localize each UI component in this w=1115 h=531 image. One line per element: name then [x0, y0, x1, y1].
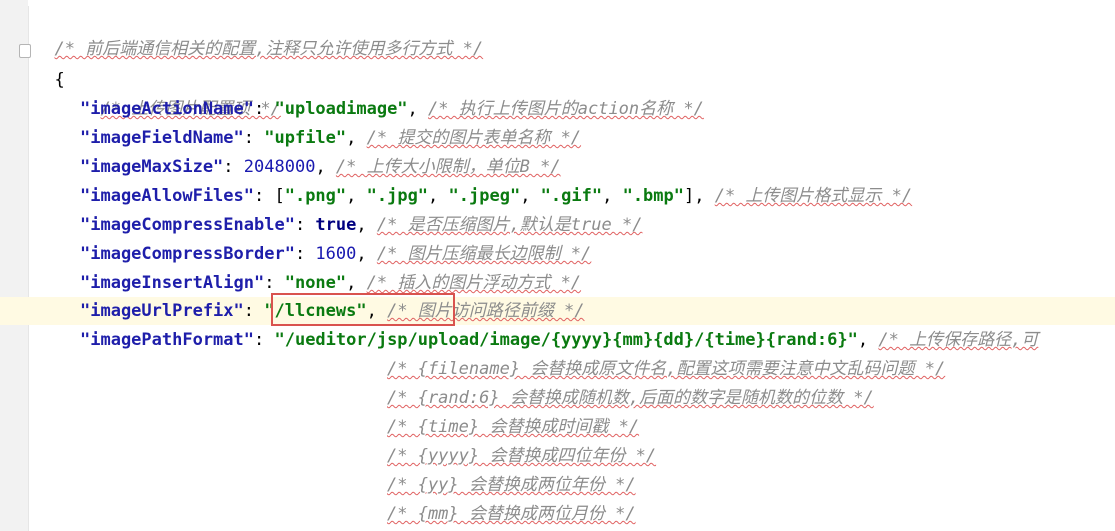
fold-marker-icon[interactable] [19, 44, 31, 58]
config-comment: /* 图片压缩最长边限制 */ [376, 244, 592, 264]
path-note-line: /* {yy} 会替换成两位年份 */ [387, 471, 636, 500]
config-key: "imageUrlPrefix" [80, 301, 244, 321]
config-key: "imageMaxSize" [80, 157, 224, 177]
config-comment: /* 提交的图片表单名称 */ [366, 128, 582, 148]
config-line-image-compress-enable: "imageCompressEnable": true, /* 是否压缩图片,默… [80, 215, 643, 235]
config-value-item: ".png" [284, 186, 347, 206]
config-comment: /* 上传保存路径,可 [878, 330, 1039, 350]
config-value: "/ueditor/jsp/upload/image/{yyyy}{mm}{dd… [274, 330, 858, 350]
config-value-item: ".jpg" [366, 186, 429, 206]
config-key: "imagePathFormat" [80, 330, 254, 350]
config-comment: /* 是否压缩图片,默认是true */ [376, 215, 643, 235]
code-line: /* 上传图片配置项 */ [80, 66, 280, 119]
config-comment: /* 上传大小限制，单位B */ [335, 157, 561, 177]
path-note: /* {yyyy} 会替换成四位年份 */ [387, 446, 657, 466]
config-value-item: ".bmp" [622, 186, 684, 206]
config-key: "imageAllowFiles" [80, 186, 254, 206]
config-key: "imageCompressEnable" [80, 215, 295, 235]
config-value: 1600 [315, 244, 357, 264]
config-value-item: ".jpeg" [448, 186, 521, 206]
code-line: /* 前后端通信相关的配置,注释只允许使用多行方式 */ [34, 6, 483, 59]
path-note: /* {rand:6} 会替换成随机数,后面的数字是随机数的位数 */ [387, 388, 874, 408]
config-value: true [315, 215, 357, 235]
config-key: "imageFieldName" [80, 128, 244, 148]
path-note-line: /* {yyyy} 会替换成四位年份 */ [387, 442, 656, 471]
path-note-line: /* {mm} 会替换成两位月份 */ [387, 500, 636, 529]
config-key: "imageCompressBorder" [80, 244, 295, 264]
config-key: "imageInsertAlign" [80, 273, 265, 293]
config-line-image-field-name: "imageFieldName": "upfile", /* 提交的图片表单名称… [80, 128, 582, 148]
path-note: /* {time} 会替换成时间戳 */ [387, 417, 640, 437]
config-key: "imageActionName" [80, 99, 254, 119]
path-note-line: /* {time} 会替换成时间戳 */ [387, 413, 639, 442]
open-brace: { [54, 70, 65, 90]
config-line-image-compress-border: "imageCompressBorder": 1600, /* 图片压缩最长边限… [80, 244, 592, 264]
config-value: "none" [284, 273, 347, 293]
config-value: "upfile" [264, 128, 347, 148]
config-value: "uploadimage" [274, 99, 408, 119]
config-line-image-action-name: "imageActionName": "uploadimage", /* 执行上… [80, 99, 704, 119]
path-note: /* {yy} 会替换成两位年份 */ [387, 475, 636, 495]
header-comment: /* 前后端通信相关的配置,注释只允许使用多行方式 */ [54, 39, 484, 59]
config-line-image-allow-files: "imageAllowFiles": [".png", ".jpg", ".jp… [80, 186, 913, 206]
path-note-line: /* {rand:6} 会替换成随机数,后面的数字是随机数的位数 */ [387, 384, 874, 413]
config-comment: /* 执行上传图片的action名称 */ [428, 99, 704, 119]
editor-gutter [0, 0, 29, 531]
config-line-image-max-size: "imageMaxSize": 2048000, /* 上传大小限制，单位B *… [80, 157, 561, 177]
config-value-item: ".gif" [540, 186, 603, 206]
config-comment: /* 插入的图片浮动方式 */ [366, 273, 582, 293]
config-value: 2048000 [243, 157, 316, 177]
config-line-image-path-format: "imagePathFormat": "/ueditor/jsp/upload/… [80, 330, 1039, 350]
path-note: /* {filename} 会替换成原文件名,配置这项需要注意中文乱码问题 */ [387, 359, 946, 379]
highlight-box [271, 293, 455, 326]
path-note-line: /* {filename} 会替换成原文件名,配置这项需要注意中文乱码问题 */ [387, 355, 945, 384]
code-line: { [34, 37, 64, 90]
config-comment: /* 上传图片格式显示 */ [714, 186, 913, 206]
path-note: /* {mm} 会替换成两位月份 */ [387, 504, 636, 524]
